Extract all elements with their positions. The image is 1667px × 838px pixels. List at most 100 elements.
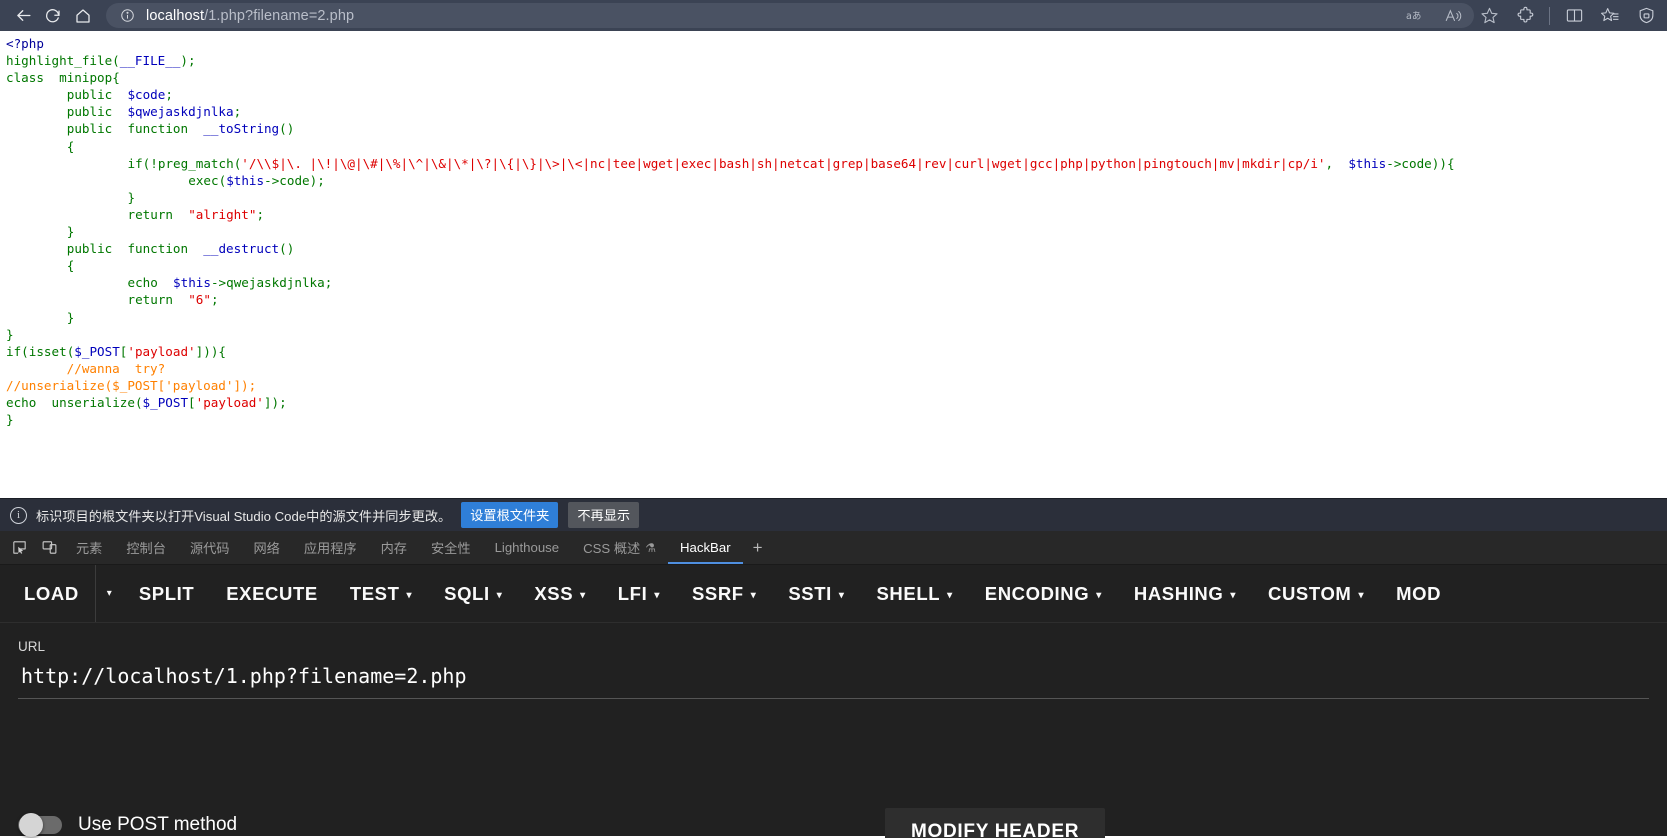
- collections-icon: [1601, 8, 1619, 22]
- vscode-sync-banner: i 标识项目的根文件夹以打开Visual Studio Code中的源文件并同步…: [0, 498, 1667, 531]
- devtools-tab-6[interactable]: 安全性: [419, 531, 483, 564]
- home-button[interactable]: [68, 3, 98, 29]
- chevron-down-icon: ▾: [106, 588, 112, 599]
- refresh-button[interactable]: [38, 3, 68, 29]
- url-input[interactable]: [18, 664, 1649, 699]
- devtools-tab-label: 安全性: [431, 541, 471, 556]
- devtools-tab-label: HackBar: [680, 540, 731, 555]
- devtools-tab-strip: 元素 控制台 源代码 网络 应用程序 内存 安全性 Lighthouse CSS 概述 ⚗ Hack…: [0, 531, 1667, 565]
- inspect-element-button[interactable]: [4, 531, 34, 564]
- site-info-icon: [120, 9, 134, 22]
- device-toolbar-button[interactable]: [34, 531, 64, 564]
- back-arrow-icon: [16, 10, 31, 21]
- modify-header-button[interactable]: MODIFY HEADER: [885, 808, 1106, 838]
- browser-essentials-button[interactable]: [1629, 2, 1663, 30]
- extensions-button[interactable]: [1508, 2, 1542, 30]
- hackbar-shell-button[interactable]: SHELL ▾: [860, 565, 968, 622]
- hackbar-mod-button[interactable]: MOD: [1380, 565, 1457, 622]
- read-aloud-icon: [1445, 8, 1462, 21]
- devtools-tab-label: 网络: [253, 541, 280, 556]
- hackbar-ssrf-button[interactable]: SSRF ▾: [676, 565, 772, 622]
- hackbar-encoding-button[interactable]: ENCODING ▾: [969, 565, 1118, 622]
- hackbar-lfi-button[interactable]: LFI ▾: [602, 565, 676, 622]
- hackbar-custom-button[interactable]: CUSTOM ▾: [1252, 565, 1380, 622]
- add-favorite-button[interactable]: [1472, 2, 1506, 30]
- hackbar-load-dropdown-button[interactable]: ▾: [94, 565, 123, 622]
- beaker-icon: ⚗: [645, 540, 657, 555]
- hackbar-test-button[interactable]: TEST ▾: [334, 565, 428, 622]
- hackbar-xss-button[interactable]: XSS ▾: [518, 565, 601, 622]
- devtools-tab-7[interactable]: Lighthouse: [483, 531, 572, 564]
- svg-text:aあ: aあ: [1406, 11, 1421, 22]
- chevron-down-icon: ▾: [496, 589, 503, 601]
- vscode-banner-message: 标识项目的根文件夹以打开Visual Studio Code中的源文件并同步更改…: [36, 508, 452, 524]
- hackbar-bottom-row: Use POST method MODIFY HEADER: [0, 796, 1667, 838]
- refresh-icon: [46, 8, 60, 22]
- devtools-tab-label: 控制台: [126, 541, 166, 556]
- chevron-down-icon: ▾: [947, 589, 953, 601]
- translate-icon: aあ: [1406, 11, 1421, 22]
- chevron-down-icon: ▾: [654, 589, 660, 601]
- page-content: <?php highlight_file(__FILE__); class mi…: [0, 31, 1667, 498]
- chevron-down-icon: ▾: [1358, 589, 1365, 601]
- browser-essentials-icon: [1639, 7, 1653, 24]
- extensions-puzzle-icon: [1517, 6, 1533, 23]
- browser-toolbar: localhost/1.php?filename=2.php aあ: [0, 0, 1667, 31]
- devtools-tab-9[interactable]: HackBar: [668, 531, 743, 564]
- split-screen-icon: [1566, 9, 1582, 22]
- collections-button[interactable]: [1593, 2, 1627, 30]
- chevron-down-icon: ▾: [1230, 589, 1237, 601]
- add-devtools-tab-button[interactable]: +: [743, 531, 773, 564]
- hackbar-button-label: LOAD: [24, 582, 79, 604]
- url-host: localhost: [146, 7, 205, 24]
- address-bar[interactable]: localhost/1.php?filename=2.php: [106, 3, 1474, 28]
- site-info-button[interactable]: [116, 5, 138, 27]
- home-icon: [76, 8, 90, 23]
- hackbar-split-button[interactable]: SPLIT: [123, 565, 210, 622]
- hackbar-load-button[interactable]: LOAD: [8, 565, 95, 622]
- php-source-listing: <?php highlight_file(__FILE__); class mi…: [6, 36, 1455, 428]
- devtools-tabs: 元素 控制台 源代码 网络 应用程序 内存 安全性 Lighthouse CSS 概述 ⚗ Hack…: [64, 531, 743, 564]
- devtools-tab-0[interactable]: 元素: [64, 531, 114, 564]
- chevron-down-icon: ▾: [1096, 589, 1102, 601]
- inspect-element-icon: [12, 541, 26, 554]
- devtools-tab-label: CSS 概述: [583, 541, 641, 556]
- devtools-tab-label: 源代码: [189, 541, 230, 556]
- devtools-tab-4[interactable]: 应用程序: [292, 531, 369, 564]
- devtools-tab-label: 应用程序: [303, 541, 357, 556]
- hackbar-execute-button[interactable]: EXECUTE: [210, 565, 334, 622]
- devtools-tab-2[interactable]: 源代码: [178, 531, 242, 564]
- set-root-folder-button[interactable]: 设置根文件夹: [461, 502, 559, 528]
- read-aloud-button[interactable]: [1436, 2, 1470, 30]
- hackbar-url-section: URL: [0, 623, 1667, 796]
- device-toolbar-icon: [42, 541, 56, 554]
- hackbar-button-label: LFI: [617, 582, 648, 604]
- hackbar-button-label: ENCODING: [984, 582, 1090, 604]
- hackbar-button-label: HASHING: [1133, 582, 1224, 604]
- translate-button[interactable]: aあ: [1400, 2, 1434, 30]
- hackbar-hashing-button[interactable]: HASHING ▾: [1118, 565, 1252, 622]
- toolbar-right-icons: aあ: [1400, 0, 1663, 31]
- devtools-tab-3[interactable]: 网络: [242, 531, 292, 564]
- back-button[interactable]: [8, 3, 38, 29]
- hackbar-toolbar: LOAD ▾ SPLIT EXECUTE TEST ▾ SQLI ▾ XSS ▾ LFI ▾ SSRF ▾…: [0, 565, 1667, 623]
- hackbar-button-label: SSRF: [691, 582, 744, 604]
- dont-show-again-button[interactable]: 不再显示: [568, 502, 640, 528]
- hackbar-button-label: MOD: [1396, 582, 1442, 604]
- hackbar-sqli-button[interactable]: SQLI ▾: [428, 565, 518, 622]
- devtools-tab-8[interactable]: CSS 概述 ⚗: [571, 531, 668, 564]
- url-path: /1.php?filename=2.php: [204, 7, 355, 24]
- devtools-tab-label: 元素: [76, 541, 103, 556]
- split-screen-button[interactable]: [1557, 2, 1591, 30]
- hackbar-button-label: SSTI: [788, 582, 832, 604]
- chevron-down-icon: ▾: [750, 589, 757, 601]
- devtools-tab-label: 内存: [380, 541, 407, 556]
- hackbar-button-label: TEST: [349, 582, 400, 604]
- hackbar-ssti-button[interactable]: SSTI ▾: [772, 565, 860, 622]
- devtools-tab-5[interactable]: 内存: [369, 531, 419, 564]
- toggle-track: [18, 813, 62, 837]
- use-post-method-toggle[interactable]: Use POST method: [18, 813, 237, 837]
- chevron-down-icon: ▾: [406, 589, 413, 601]
- devtools-tab-1[interactable]: 控制台: [114, 531, 178, 564]
- devtools-tab-label: Lighthouse: [494, 540, 560, 555]
